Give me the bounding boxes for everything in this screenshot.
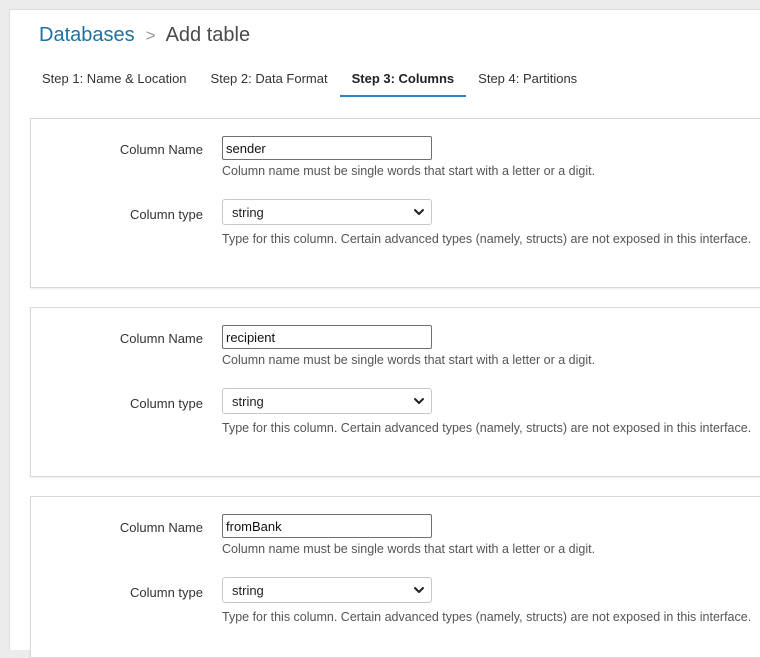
tab-step-4-partitions[interactable]: Step 4: Partitions: [466, 65, 589, 95]
breadcrumb-databases-link[interactable]: Databases: [39, 24, 135, 46]
chevron-down-icon: [412, 205, 426, 219]
column-name-input[interactable]: [222, 514, 432, 538]
tab-step-3-columns[interactable]: Step 3: Columns: [339, 65, 467, 97]
column-type-label: Column type: [130, 585, 203, 600]
breadcrumb-separator: >: [145, 26, 156, 45]
column-type-help: Type for this column. Certain advanced t…: [222, 232, 752, 246]
column-type-value: string: [232, 583, 264, 598]
column-name-label: Column Name: [119, 331, 203, 346]
column-name-label: Column Name: [119, 142, 203, 157]
column-type-help: Type for this column. Certain advanced t…: [222, 610, 752, 624]
wizard-steps: Step 1: Name & Location Step 2: Data For…: [30, 65, 589, 97]
column-name-help: Column name must be single words that st…: [222, 164, 596, 178]
column-card: Column Name Column name must be single w…: [30, 496, 760, 658]
column-type-value: string: [232, 205, 264, 220]
page-title: Add table: [165, 24, 251, 46]
column-name-input[interactable]: [222, 325, 432, 349]
column-type-label: Column type: [130, 396, 203, 411]
tab-step-2-data-format[interactable]: Step 2: Data Format: [199, 65, 340, 95]
column-type-help: Type for this column. Certain advanced t…: [222, 421, 752, 435]
column-type-value: string: [232, 394, 264, 409]
chevron-down-icon: [412, 583, 426, 597]
column-name-help: Column name must be single words that st…: [222, 353, 596, 367]
breadcrumb: Databases > Add table: [39, 23, 250, 48]
chevron-down-icon: [412, 394, 426, 408]
column-name-help: Column name must be single words that st…: [222, 542, 596, 556]
column-card: Column Name Column name must be single w…: [30, 307, 760, 477]
tab-step-1-name-location[interactable]: Step 1: Name & Location: [30, 65, 199, 95]
column-name-input[interactable]: [222, 136, 432, 160]
column-type-select[interactable]: string: [222, 388, 432, 414]
main-panel: Databases > Add table Step 1: Name & Locat…: [9, 9, 760, 658]
column-name-label: Column Name: [119, 520, 203, 535]
column-type-select[interactable]: string: [222, 577, 432, 603]
column-type-label: Column type: [130, 207, 203, 222]
column-card: Column Name Column name must be single w…: [30, 118, 760, 288]
column-type-select[interactable]: string: [222, 199, 432, 225]
